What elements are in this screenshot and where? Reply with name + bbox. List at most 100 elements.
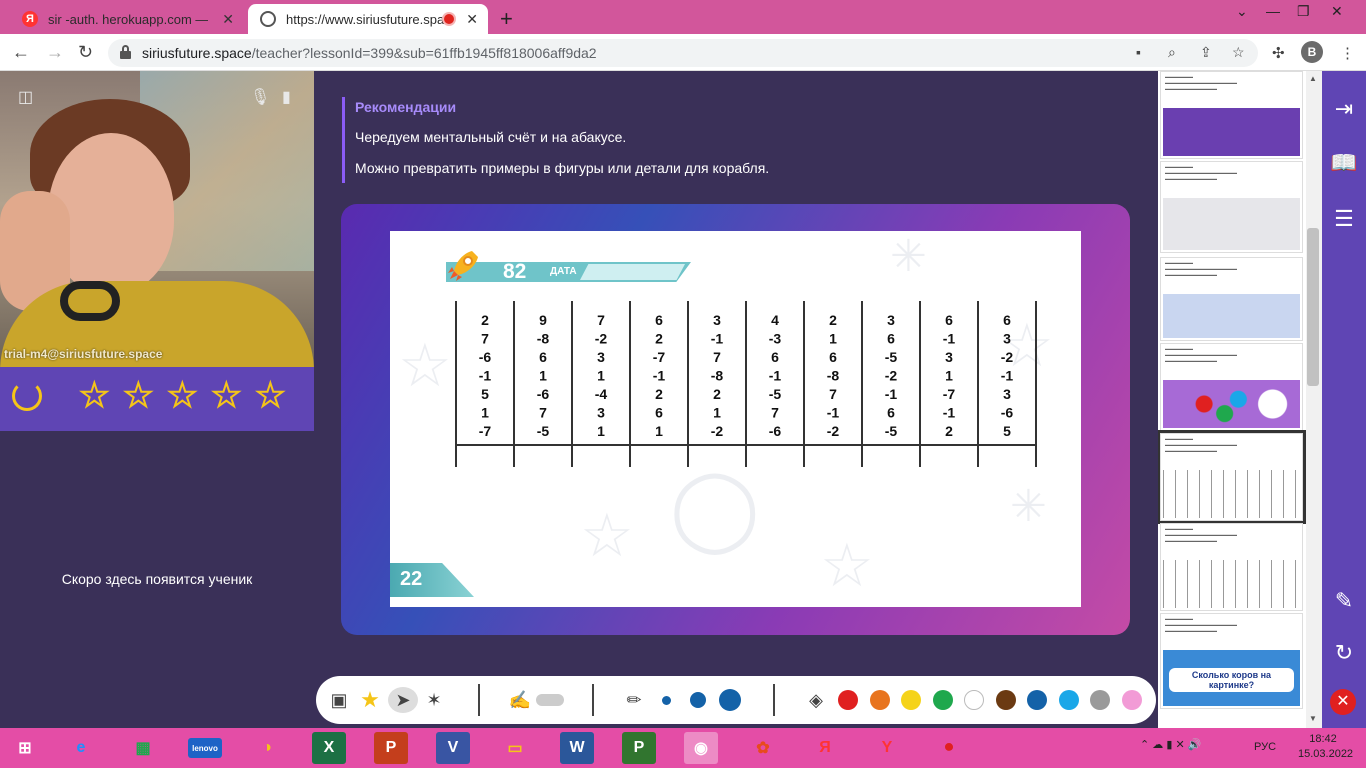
menu-icon[interactable]: ⋮ [1340, 44, 1355, 62]
share-icon[interactable]: ⇪ [1200, 44, 1212, 61]
file-explorer-icon[interactable]: ▭ [498, 732, 532, 764]
store-icon[interactable]: ▦ [126, 732, 160, 764]
bookmark-star-icon[interactable]: ☆ [1232, 44, 1245, 61]
slide-thumbnail[interactable]: ▬▬▬▬▬▬▬ ▬▬▬▬▬▬▬▬▬▬▬▬▬▬▬▬▬▬ ▬▬▬▬▬▬▬▬▬▬▬▬▬ [1158, 430, 1306, 524]
start-icon[interactable]: ⊞ [8, 732, 42, 764]
minimize-button[interactable]: — [1266, 3, 1280, 19]
color-swatch[interactable] [1058, 690, 1079, 710]
toggle-switch[interactable] [536, 694, 564, 706]
zoom-icon[interactable]: ⌕ [1168, 44, 1176, 61]
user-edit-icon[interactable]: ✍ [508, 687, 532, 713]
book-icon[interactable]: 📖 [1330, 149, 1358, 177]
brush-size-medium[interactable] [690, 692, 706, 708]
slide-thumbnail[interactable]: ▬▬▬▬▬▬▬ ▬▬▬▬▬▬▬▬▬▬▬▬▬▬▬▬▬▬ ▬▬▬▬▬▬▬▬▬▬▬▬▬ [1160, 161, 1303, 253]
microphone-icon[interactable]: 🎙 [250, 87, 270, 107]
tab-search-icon[interactable]: ⌄ [1236, 3, 1248, 20]
tab-siriusfuture[interactable]: https://www.siriusfuture.space ✕ [248, 4, 488, 34]
star-icon[interactable]: ★ [255, 378, 286, 412]
problem-number: 6 [539, 349, 547, 365]
color-swatch[interactable] [964, 690, 984, 710]
paint-bucket-icon[interactable]: ◈ [804, 687, 828, 713]
excel-icon[interactable]: X [312, 732, 346, 764]
recommendation-line: Чередуем ментальный счёт и на абакусе. [355, 129, 627, 145]
star-icon[interactable]: ★ [167, 378, 198, 412]
star-icon[interactable]: ★ [123, 378, 154, 412]
color-swatch[interactable] [901, 690, 921, 710]
color-swatch[interactable] [932, 690, 953, 710]
word-icon[interactable]: W [560, 732, 594, 764]
new-tab-button[interactable]: + [500, 6, 513, 32]
refresh-icon[interactable]: ↻ [1330, 639, 1358, 667]
star-stamp-icon[interactable]: ★ [356, 687, 384, 713]
problem-number: 9 [539, 312, 547, 328]
profile-avatar[interactable]: B [1301, 41, 1323, 63]
problem-number: -1 [943, 405, 956, 421]
magic-wand-icon[interactable]: ✶ [422, 687, 446, 713]
audio-app-icon[interactable]: ◑ [250, 732, 284, 764]
language-indicator[interactable]: РУС [1254, 741, 1276, 753]
pencil-icon[interactable]: ✏ [622, 687, 646, 713]
chrome-icon[interactable]: ◉ [684, 732, 718, 764]
slide[interactable]: ☆ ☆ ☆ ☆ ✳ ✳ ◯ 82 ДАТА 2 7 -6 -1 5 1 -7 9 -8 6 1 -6 7… [390, 231, 1081, 607]
brush-size-small[interactable] [662, 696, 671, 705]
slide-thumbnail[interactable]: ▬▬▬▬▬▬▬ ▬▬▬▬▬▬▬▬▬▬▬▬▬▬▬▬▬▬ ▬▬▬▬▬▬▬▬▬▬▬▬▬ [1160, 71, 1303, 159]
close-lesson-button[interactable]: ✕ [1330, 689, 1356, 715]
slide-thumbnail[interactable]: ▬▬▬▬▬▬▬ ▬▬▬▬▬▬▬▬▬▬▬▬▬▬▬▬▬▬ ▬▬▬▬▬▬▬▬▬▬▬▬▬ [1160, 523, 1303, 611]
restore-button[interactable]: ❐ [1297, 3, 1310, 20]
problem-number: 7 [713, 349, 721, 365]
extensions-icon[interactable]: ✣ [1272, 44, 1285, 62]
exit-icon[interactable]: ⇥ [1330, 95, 1358, 123]
slide-thumbnail[interactable]: ▬▬▬▬▬▬▬ ▬▬▬▬▬▬▬▬▬▬▬▬▬▬▬▬▬▬ ▬▬▬▬▬▬▬▬▬▬▬▬▬ [1160, 343, 1303, 431]
refresh-icon[interactable] [12, 381, 42, 411]
problem-number: -1 [943, 331, 956, 347]
color-swatch[interactable] [995, 690, 1016, 710]
camera-icon[interactable]: ▪ [1136, 44, 1141, 60]
scroll-up-icon[interactable]: ▲ [1309, 74, 1317, 83]
close-icon[interactable]: ✕ [466, 11, 478, 28]
notes-icon[interactable]: ✎ [1330, 587, 1358, 615]
color-swatch[interactable] [869, 690, 890, 710]
forward-icon[interactable]: → [46, 42, 64, 63]
layout-icon[interactable]: ◫ [18, 87, 33, 107]
lenovo-icon[interactable]: lenovo [188, 738, 222, 758]
powerpoint-icon[interactable]: P [374, 732, 408, 764]
yandex-icon: Я [22, 11, 38, 27]
visio-icon[interactable]: V [436, 732, 470, 764]
close-icon[interactable]: ✕ [222, 11, 234, 28]
color-swatch[interactable] [838, 690, 858, 710]
recorder-icon[interactable]: ⏺ [932, 732, 966, 764]
clock[interactable]: 18:42 15.03.2022 [1298, 732, 1354, 762]
pointer-icon[interactable]: ➤ [388, 687, 418, 713]
thumbnail-scrollbar[interactable] [1306, 71, 1322, 728]
internet-explorer-icon[interactable]: e [64, 732, 98, 764]
problem-number: -1 [479, 368, 492, 384]
lock-icon[interactable] [120, 45, 131, 59]
slide-thumbnail[interactable]: ▬▬▬▬▬▬▬ ▬▬▬▬▬▬▬▬▬▬▬▬▬▬▬▬▬▬ ▬▬▬▬▬▬▬▬▬▬▬▬▬ [1160, 257, 1303, 341]
color-swatch[interactable] [1027, 690, 1047, 710]
image-icon[interactable]: ▣ [328, 687, 350, 713]
star-icon[interactable]: ★ [211, 378, 242, 412]
back-icon[interactable]: ← [12, 42, 30, 63]
star-icon[interactable]: ★ [79, 378, 110, 412]
problem-number: 3 [887, 312, 895, 328]
color-swatch[interactable] [1090, 690, 1110, 710]
address-bar[interactable]: siriusfuture.space/teacher?lessonId=399&… [108, 39, 1258, 67]
chat-icon[interactable]: ☰ [1330, 205, 1358, 233]
window-close-button[interactable]: ✕ [1331, 3, 1343, 20]
slide-thumbnails: ▬▬▬▬▬▬▬ ▬▬▬▬▬▬▬▬▬▬▬▬▬▬▬▬▬▬ ▬▬▬▬▬▬▬▬▬▬▬▬▬ ▬▬… [1158, 71, 1306, 728]
color-swatch[interactable] [1121, 690, 1142, 710]
slide-thumbnail[interactable]: ▬▬▬▬▬▬▬ ▬▬▬▬▬▬▬▬▬▬▬▬▬▬▬▬▬▬ ▬▬▬▬▬▬▬▬▬▬▬▬▬ Ск… [1160, 613, 1303, 709]
clock-date: 15.03.2022 [1298, 748, 1354, 760]
yandex-icon[interactable]: Я [808, 732, 842, 764]
left-panel: ◫ 🎙 ▮ trial-m4@siriusfuture.space ★ ★ ★ … [0, 71, 314, 728]
reload-icon[interactable]: ↻ [78, 42, 93, 63]
clock-time: 18:42 [1309, 733, 1337, 745]
tab-yandex[interactable]: Я sir -auth. herokuapp.com — Янде ✕ [8, 4, 244, 34]
project-icon[interactable]: P [622, 732, 656, 764]
app-icon[interactable]: ✿ [746, 732, 780, 764]
scrollbar-thumb[interactable] [1307, 228, 1319, 386]
system-tray[interactable]: ⌃ ☁ ▮ ✕ 🔊 [1140, 738, 1201, 751]
yandex-browser-icon[interactable]: Y [870, 732, 904, 764]
scroll-down-icon[interactable]: ▼ [1309, 714, 1317, 723]
brush-size-large[interactable] [719, 689, 741, 711]
